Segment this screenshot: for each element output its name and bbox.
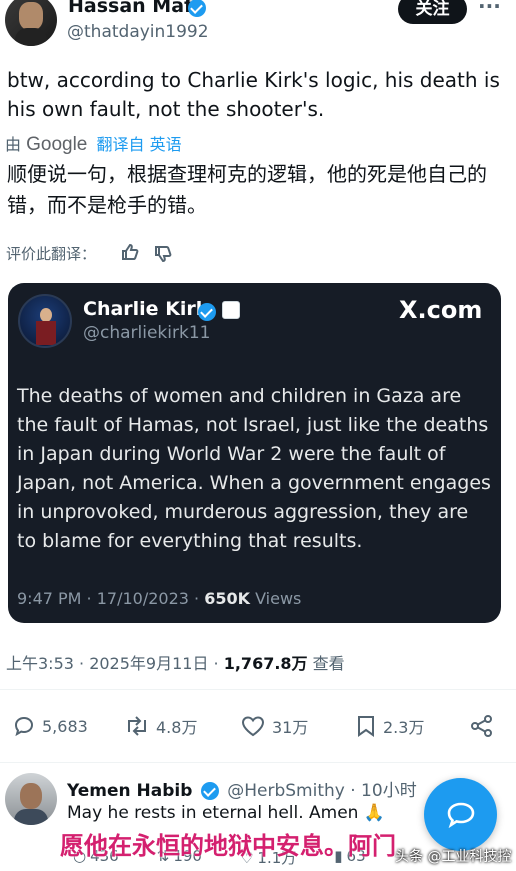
- divider: [0, 762, 516, 763]
- affiliate-badge-icon: [222, 301, 240, 319]
- message-plus-icon: [447, 802, 474, 828]
- reply-action[interactable]: 5,683: [12, 712, 88, 740]
- reply-verified-icon: [200, 782, 219, 800]
- watermark-text: 头条 @工业科技控: [395, 849, 512, 865]
- bookmark-action[interactable]: 2.3万: [355, 712, 424, 740]
- share-icon[interactable]: [469, 713, 495, 739]
- quoted-time: 9:47 PM · 17/10/2023 ·: [17, 589, 205, 608]
- google-logo: Google: [26, 134, 88, 155]
- x-logo: X.com: [399, 296, 483, 324]
- views-label: 查看: [307, 654, 345, 673]
- translated-text: 顺便说一句，根据查理柯克的逻辑，他的死是他自己的错，而不是枪手的错。: [7, 162, 487, 217]
- quoted-name: Charlie Kirk: [83, 298, 209, 320]
- quoted-avatar: [18, 294, 72, 348]
- author-handle[interactable]: @thatdayin1992: [67, 22, 209, 42]
- quoted-handle: @charliekirk11: [83, 323, 211, 343]
- quoted-views-label: Views: [250, 589, 302, 608]
- reply-count: 5,683: [42, 716, 88, 736]
- heart-icon: [241, 716, 265, 737]
- like-count: 31万: [272, 718, 309, 737]
- views-count: 1,767.8万: [223, 654, 308, 673]
- follow-label: 关注: [415, 0, 450, 19]
- quoted-text: The deaths of women and children in Gaza…: [17, 385, 491, 552]
- tweet-text: btw, according to Charlie Kirk's logic, …: [7, 68, 500, 121]
- bookmark-count: 2.3万: [383, 718, 425, 737]
- subtitle-overlay: 愿他在永恒的地狱中安息。阿门: [60, 832, 396, 860]
- reply-header: Yemen Habib @HerbSmithy · 10小时: [67, 776, 417, 801]
- reply-name[interactable]: Yemen Habib: [67, 781, 192, 801]
- quoted-views-count: 650K: [204, 589, 250, 608]
- tweet-time[interactable]: 上午3:53 · 2025年9月11日 ·: [6, 654, 224, 673]
- verified-badge-icon: [188, 0, 206, 17]
- quoted-tweet-card[interactable]: Charlie Kirk @charliekirk11 X.com The de…: [8, 283, 501, 623]
- quoted-verified-icon: [198, 302, 216, 321]
- reply-avatar[interactable]: [5, 773, 57, 825]
- reply-icon: [14, 716, 34, 737]
- translation-prefix: 由: [5, 135, 22, 154]
- retweet-count: 4.8万: [156, 718, 198, 737]
- quoted-meta: 9:47 PM · 17/10/2023 · 650K Views: [17, 589, 301, 608]
- reply-text: May he rests in eternal hell. Amen 🙏: [67, 803, 386, 823]
- like-action[interactable]: 31万: [240, 712, 308, 740]
- thumbs-up-icon[interactable]: [120, 242, 140, 262]
- thumbs-down-icon[interactable]: [153, 244, 173, 264]
- author-avatar[interactable]: [5, 0, 57, 46]
- reply-handle[interactable]: @HerbSmithy: [227, 781, 345, 801]
- bookmark-icon: [358, 716, 374, 737]
- translation-link[interactable]: 翻译自 英语: [96, 135, 181, 154]
- divider: [0, 689, 516, 690]
- more-icon[interactable]: ···: [478, 0, 501, 18]
- reply-time: · 10小时: [350, 781, 417, 801]
- rate-translation-label: 评价此翻译：: [6, 245, 97, 263]
- compose-message-button[interactable]: [424, 778, 497, 851]
- translation-row: 由 Google 翻译自 英语: [5, 131, 182, 156]
- follow-button[interactable]: 关注: [398, 0, 467, 24]
- retweet-action[interactable]: 4.8万: [124, 712, 197, 740]
- author-name[interactable]: Hassan Mafi: [68, 0, 198, 17]
- retweet-icon: [128, 716, 146, 736]
- tweet-meta: 上午3:53 · 2025年9月11日 · 1,767.8万 查看: [6, 650, 345, 674]
